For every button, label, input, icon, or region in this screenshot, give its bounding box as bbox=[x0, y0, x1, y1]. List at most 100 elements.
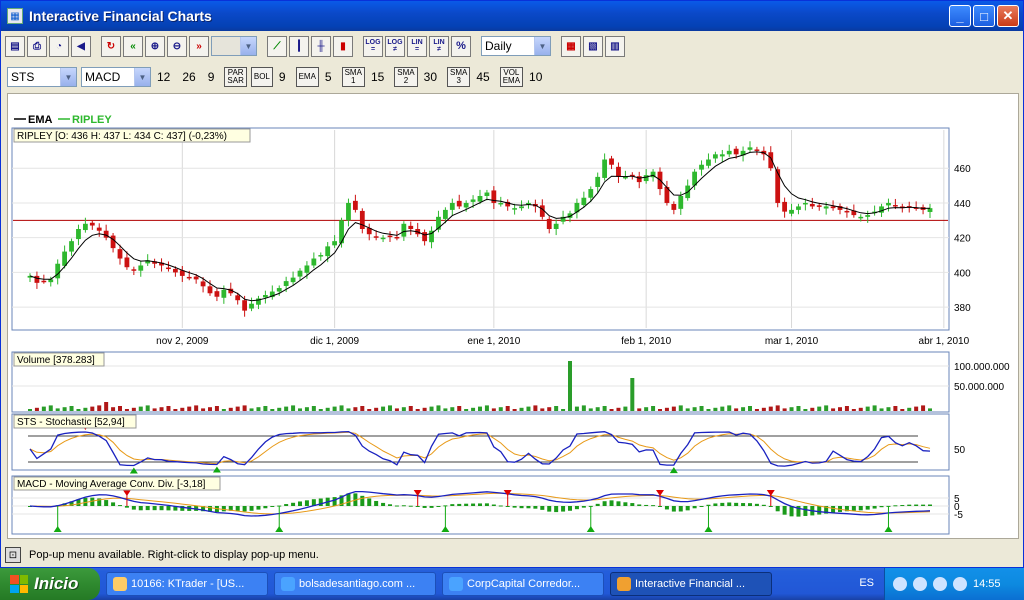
chart-area[interactable]: EMA RIPLEY 380 400 420 440 460 nov 2, 2009 di… bbox=[7, 93, 1019, 539]
candle-body bbox=[276, 288, 282, 292]
volume-bar bbox=[921, 405, 926, 411]
color-settings-icon[interactable]: ▦ bbox=[561, 35, 581, 57]
taskbar-item-interactive-charts[interactable]: Interactive Financial ... bbox=[610, 572, 772, 596]
macd-histogram-bar bbox=[616, 501, 621, 506]
macd-histogram-bar bbox=[401, 505, 406, 507]
volume-panel[interactable] bbox=[11, 351, 950, 413]
volume-bar bbox=[741, 407, 746, 411]
volume-bar bbox=[678, 405, 683, 411]
ohlc-chart-icon[interactable]: ╫ bbox=[311, 35, 331, 57]
candle-body bbox=[802, 202, 808, 205]
volume-bar bbox=[401, 407, 406, 411]
volume-bar bbox=[478, 406, 482, 411]
title-bar[interactable]: ▦ Interactive Financial Charts _ □ ✕ bbox=[1, 1, 1023, 31]
candle-body bbox=[823, 206, 829, 209]
price-panel[interactable] bbox=[11, 127, 950, 331]
tray-back-icon[interactable] bbox=[893, 577, 907, 591]
chart-svg[interactable]: EMA RIPLEY 380 400 420 440 460 nov 2, 2009 di… bbox=[8, 94, 1018, 538]
candle-body bbox=[858, 216, 864, 219]
volume-bar bbox=[104, 402, 109, 411]
candle-body bbox=[193, 276, 199, 280]
indicator-select[interactable]: STS ▼ bbox=[7, 67, 77, 87]
candle-body bbox=[671, 203, 677, 210]
sound-icon[interactable]: ◀ bbox=[71, 35, 91, 57]
sma2-button[interactable]: SMA 2 bbox=[394, 67, 418, 87]
macd-histogram-bar bbox=[145, 506, 150, 511]
period-select[interactable]: Daily ▼ bbox=[481, 36, 551, 56]
tray-security-icon[interactable] bbox=[953, 577, 967, 591]
scroll-left-icon[interactable]: « bbox=[123, 35, 143, 57]
taskbar-item-bolsadesantiago[interactable]: bolsadesantiago.com ... bbox=[274, 572, 436, 596]
properties-icon[interactable]: ▥ bbox=[605, 35, 625, 57]
macd-histogram-bar bbox=[284, 504, 289, 506]
candle-body bbox=[48, 279, 54, 283]
refresh-icon[interactable]: ↻ bbox=[101, 35, 121, 57]
start-button[interactable]: Inicio bbox=[0, 568, 100, 600]
candle-body bbox=[200, 281, 206, 287]
volume-bar bbox=[734, 408, 739, 411]
oscillator-select[interactable]: MACD ▼ bbox=[81, 67, 151, 87]
candle-body bbox=[768, 152, 774, 169]
sma1-button[interactable]: SMA 1 bbox=[341, 67, 365, 87]
maximize-button[interactable]: □ bbox=[973, 5, 995, 27]
bollinger-button[interactable]: BOL bbox=[250, 67, 273, 87]
scroll-right-icon[interactable]: » bbox=[189, 35, 209, 57]
volume-bar bbox=[775, 405, 780, 411]
volume-bar bbox=[782, 408, 787, 411]
volume-bar bbox=[388, 405, 392, 411]
vol-ema-button[interactable]: VOL EMA bbox=[499, 67, 524, 87]
bar-chart-icon[interactable]: ┃ bbox=[289, 35, 309, 57]
tray-volume-icon[interactable] bbox=[933, 577, 947, 591]
print-icon[interactable]: ⎙ bbox=[27, 35, 47, 57]
minimize-button[interactable]: _ bbox=[949, 5, 971, 27]
log-scale-alt-button[interactable]: LOG ≠ bbox=[385, 35, 405, 57]
macd-histogram-bar bbox=[124, 506, 129, 508]
language-indicator[interactable]: ES bbox=[859, 577, 874, 589]
volume-bar bbox=[630, 378, 635, 411]
candle-body bbox=[131, 269, 137, 271]
x-axis-label: mar 1, 2010 bbox=[765, 336, 819, 347]
windows-logo-icon bbox=[10, 575, 28, 593]
zoom-out-icon[interactable]: ⊖ bbox=[167, 35, 187, 57]
volume-bar bbox=[907, 407, 912, 411]
volume-bar bbox=[824, 405, 829, 411]
macd-histogram-bar bbox=[685, 506, 690, 511]
ema-button[interactable]: EMA bbox=[295, 67, 319, 87]
candle-body bbox=[422, 232, 428, 242]
macd-histogram-bar bbox=[242, 506, 247, 512]
candle-body bbox=[62, 251, 68, 266]
volume-bar bbox=[831, 408, 836, 411]
candle-body bbox=[41, 280, 47, 283]
volume-bar bbox=[568, 361, 572, 411]
chart-settings-icon[interactable]: ▧ bbox=[583, 35, 603, 57]
close-button[interactable]: ✕ bbox=[997, 5, 1019, 27]
popup-menu-icon: ⊡ bbox=[5, 547, 21, 563]
log-scale-button[interactable]: LOG = bbox=[363, 35, 383, 57]
zoom-in-icon[interactable]: ⊕ bbox=[145, 35, 165, 57]
parsar-button[interactable]: PAR SAR bbox=[224, 67, 247, 87]
macd-histogram-bar bbox=[851, 506, 856, 511]
volume-bar bbox=[810, 407, 815, 411]
taskbar-item-ktrader[interactable]: 10166: KTrader - [US... bbox=[106, 572, 268, 596]
volume-bar bbox=[346, 408, 351, 411]
volume-bar bbox=[554, 406, 559, 411]
macd-histogram-bar bbox=[111, 502, 116, 506]
linear-scale-button[interactable]: LIN = bbox=[407, 35, 427, 57]
volume-bar bbox=[512, 409, 517, 411]
new-chart-icon[interactable]: ▤ bbox=[5, 35, 25, 57]
percent-scale-button[interactable]: % bbox=[451, 35, 471, 57]
tray-network-icon[interactable] bbox=[913, 577, 927, 591]
candle-body bbox=[55, 263, 61, 279]
linear-scale-alt-button[interactable]: LIN ≠ bbox=[429, 35, 449, 57]
sma3-button[interactable]: SMA 3 bbox=[447, 67, 471, 87]
macd-histogram-bar bbox=[872, 506, 877, 509]
macd-histogram-bar bbox=[374, 500, 379, 506]
macd-histogram-bar bbox=[561, 506, 566, 512]
macd-histogram-bar bbox=[651, 505, 656, 507]
zoom-select[interactable]: ▼ bbox=[211, 36, 257, 56]
line-chart-icon[interactable]: ⟋ bbox=[267, 35, 287, 57]
taskbar-item-corpcapital[interactable]: CorpCapital Corredor... bbox=[442, 572, 604, 596]
timer-icon[interactable]: ◔ bbox=[49, 35, 69, 57]
volume-bar bbox=[533, 405, 538, 411]
candle-chart-icon[interactable]: ▮ bbox=[333, 35, 353, 57]
